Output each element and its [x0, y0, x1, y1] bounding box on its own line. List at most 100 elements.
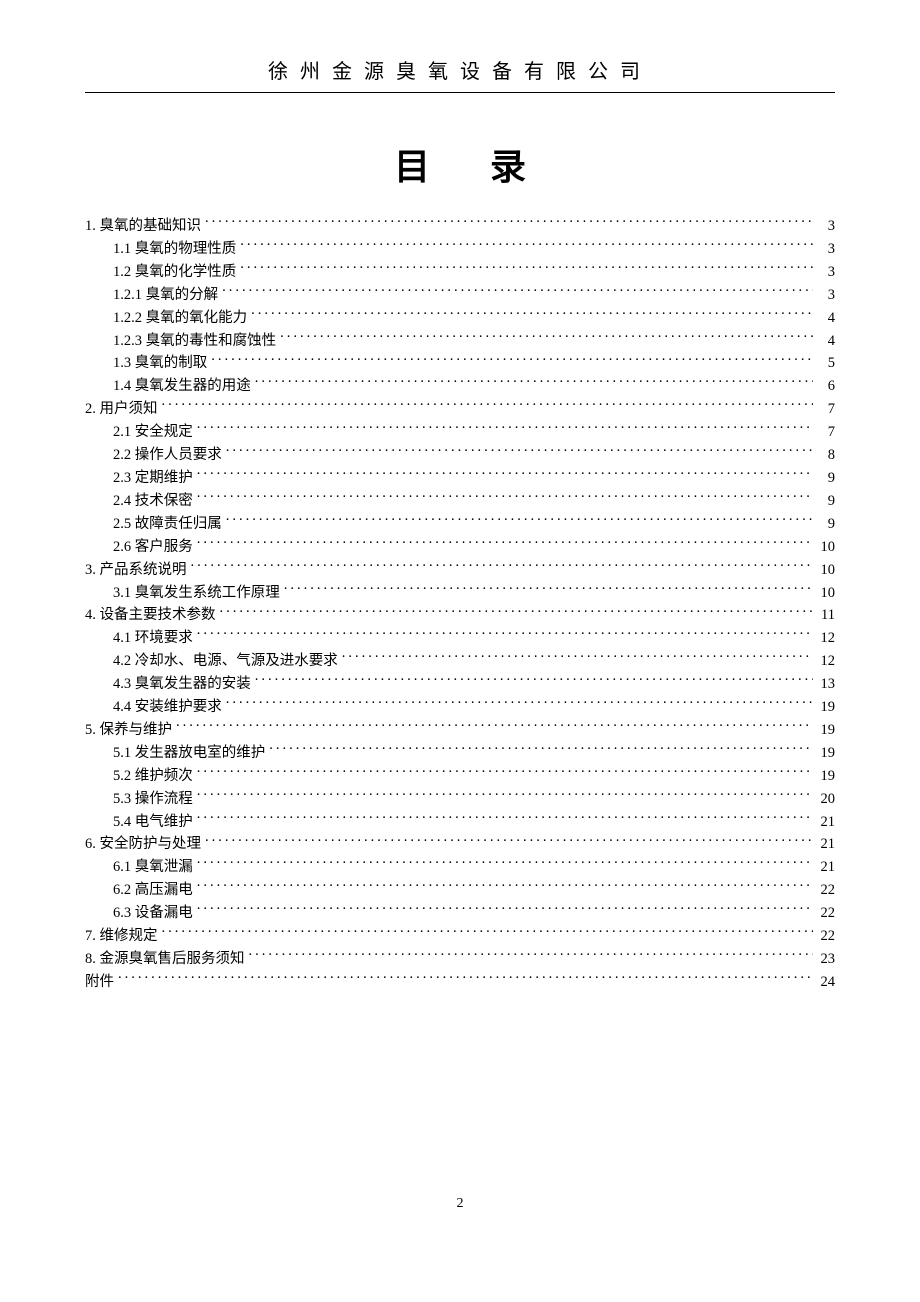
- toc-entry: 1.2.2 臭氧的氧化能力4: [85, 307, 835, 330]
- toc-entry: 6. 安全防护与处理21: [85, 833, 835, 856]
- toc-entry-label: 4.3 臭氧发生器的安装: [113, 673, 251, 696]
- toc-entry-page: 9: [817, 490, 835, 513]
- toc-entry: 2.3 定期维护9: [85, 467, 835, 490]
- toc-leader-dots: [176, 719, 813, 734]
- toc-entry-label: 2.3 定期维护: [113, 467, 193, 490]
- toc-entry: 7. 维修规定22: [85, 925, 835, 948]
- toc-entry: 5.1 发生器放电室的维护19: [85, 742, 835, 765]
- toc-entry-page: 10: [817, 559, 835, 582]
- toc-leader-dots: [249, 949, 814, 964]
- toc-leader-dots: [255, 376, 813, 391]
- toc-entry-page: 19: [817, 719, 835, 742]
- toc-entry: 5.4 电气维护 21: [85, 811, 835, 834]
- toc-entry-label: 1.3 臭氧的制取: [113, 352, 207, 375]
- toc-leader-dots: [162, 926, 814, 941]
- toc-leader-dots: [342, 651, 813, 666]
- toc-entry-page: 5: [817, 352, 835, 375]
- page-number: 2: [0, 1196, 920, 1212]
- toc-entry-label: 2. 用户须知: [85, 398, 158, 421]
- toc-entry-label: 5.2 维护频次: [113, 765, 193, 788]
- toc-leader-dots: [222, 284, 813, 299]
- toc-entry-label: 1.2 臭氧的化学性质: [113, 261, 236, 284]
- toc-leader-dots: [211, 353, 813, 368]
- toc-entry-label: 4.4 安装维护要求: [113, 696, 222, 719]
- toc-entry-label: 2.2 操作人员要求: [113, 444, 222, 467]
- toc-entry: 附件24: [85, 971, 835, 994]
- toc-entry: 5. 保养与维护 19: [85, 719, 835, 742]
- toc-entry-label: 3.1 臭氧发生系统工作原理: [113, 582, 280, 605]
- toc-entry-page: 7: [817, 421, 835, 444]
- toc-leader-dots: [284, 582, 813, 597]
- toc-entry-label: 2.4 技术保密: [113, 490, 193, 513]
- toc-entry: 4.2 冷却水、电源、气源及进水要求 12: [85, 650, 835, 673]
- toc-entry-page: 3: [817, 284, 835, 307]
- toc-leader-dots: [255, 674, 813, 689]
- toc-entry-label: 1.2.2 臭氧的氧化能力: [113, 307, 247, 330]
- toc-leader-dots: [226, 697, 813, 712]
- toc-leader-dots: [220, 605, 814, 620]
- toc-leader-dots: [240, 261, 813, 276]
- toc-entry-page: 7: [817, 398, 835, 421]
- toc-entry-label: 4.1 环境要求: [113, 627, 193, 650]
- toc-entry: 3.1 臭氧发生系统工作原理10: [85, 582, 835, 605]
- toc-entry-label: 1. 臭氧的基础知识: [85, 215, 201, 238]
- toc-leader-dots: [240, 238, 813, 253]
- toc-entry-page: 6: [817, 375, 835, 398]
- toc-entry-label: 1.1 臭氧的物理性质: [113, 238, 236, 261]
- toc-entry: 5.3 操作流程20: [85, 788, 835, 811]
- toc-entry: 6.1 臭氧泄漏 21: [85, 856, 835, 879]
- toc-entry: 1.2.3 臭氧的毒性和腐蚀性4: [85, 330, 835, 353]
- toc-entry: 5.2 维护频次 19: [85, 765, 835, 788]
- toc-entry: 1.2.1 臭氧的分解 3: [85, 284, 835, 307]
- toc-entry-page: 21: [817, 811, 835, 834]
- toc-entry: 4. 设备主要技术参数11: [85, 604, 835, 627]
- toc-entry-page: 3: [817, 215, 835, 238]
- toc-entry-label: 5.1 发生器放电室的维护: [113, 742, 265, 765]
- toc-entry-page: 19: [817, 765, 835, 788]
- toc-entry-page: 10: [817, 536, 835, 559]
- table-of-contents: 1. 臭氧的基础知识31.1 臭氧的物理性质31.2 臭氧的化学性质31.2.1…: [85, 215, 835, 994]
- toc-entry: 2. 用户须知 7: [85, 398, 835, 421]
- toc-entry-page: 12: [817, 650, 835, 673]
- toc-entry-label: 4.2 冷却水、电源、气源及进水要求: [113, 650, 338, 673]
- toc-leader-dots: [197, 628, 813, 643]
- toc-entry-label: 6.2 高压漏电: [113, 879, 193, 902]
- toc-leader-dots: [269, 742, 813, 757]
- toc-leader-dots: [197, 422, 813, 437]
- toc-leader-dots: [197, 857, 813, 872]
- toc-entry-label: 5. 保养与维护: [85, 719, 172, 742]
- toc-title: 目录: [85, 138, 835, 190]
- toc-entry: 4.4 安装维护要求 19: [85, 696, 835, 719]
- toc-leader-dots: [226, 445, 813, 460]
- toc-entry-page: 9: [817, 513, 835, 536]
- toc-leader-dots: [197, 903, 813, 918]
- toc-leader-dots: [205, 834, 813, 849]
- toc-entry-page: 20: [817, 788, 835, 811]
- toc-entry-page: 12: [817, 627, 835, 650]
- toc-leader-dots: [197, 467, 813, 482]
- toc-entry: 1.1 臭氧的物理性质3: [85, 238, 835, 261]
- toc-entry-page: 23: [817, 948, 835, 971]
- toc-entry-label: 1.2.1 臭氧的分解: [113, 284, 218, 307]
- toc-entry: 4.3 臭氧发生器的安装13: [85, 673, 835, 696]
- toc-entry-label: 7. 维修规定: [85, 925, 158, 948]
- toc-entry-page: 22: [817, 902, 835, 925]
- toc-entry: 2.6 客户服务10: [85, 536, 835, 559]
- toc-leader-dots: [191, 559, 814, 574]
- toc-entry: 2.2 操作人员要求8: [85, 444, 835, 467]
- toc-leader-dots: [162, 399, 814, 414]
- toc-entry-page: 21: [817, 833, 835, 856]
- toc-entry: 4.1 环境要求 12: [85, 627, 835, 650]
- toc-entry-page: 11: [817, 604, 835, 627]
- toc-entry-page: 21: [817, 856, 835, 879]
- toc-entry-page: 19: [817, 696, 835, 719]
- toc-leader-dots: [197, 765, 813, 780]
- toc-entry-label: 6.1 臭氧泄漏: [113, 856, 193, 879]
- toc-leader-dots: [197, 811, 813, 826]
- toc-leader-dots: [118, 971, 813, 986]
- company-header: 徐州金源臭氧设备有限公司: [85, 55, 835, 93]
- toc-entry-label: 5.4 电气维护: [113, 811, 193, 834]
- toc-entry-label: 2.5 故障责任归属: [113, 513, 222, 536]
- toc-entry: 1.2 臭氧的化学性质3: [85, 261, 835, 284]
- toc-leader-dots: [197, 536, 813, 551]
